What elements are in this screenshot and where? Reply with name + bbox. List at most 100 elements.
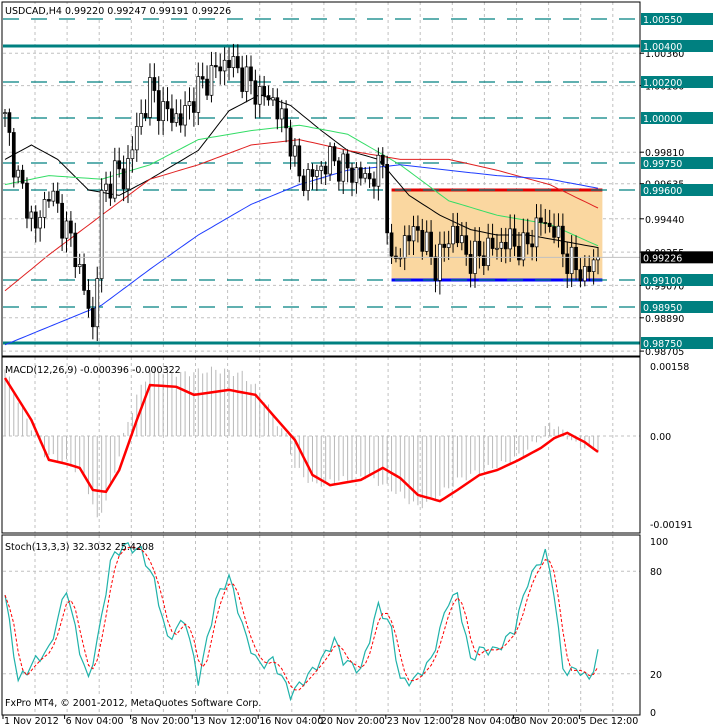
candle-body <box>556 225 561 238</box>
candle-body <box>323 165 328 175</box>
candle-body <box>266 95 271 101</box>
candle-body <box>240 67 245 92</box>
candle-body <box>495 247 499 250</box>
macd-tick-label: -0.00191 <box>650 520 693 531</box>
candle-body <box>539 217 543 223</box>
candle-body <box>126 158 130 190</box>
price-tick-label: 0.98890 <box>645 314 684 325</box>
candle-body <box>11 132 16 178</box>
level-price-label: 1.00000 <box>643 114 682 125</box>
candle-body <box>38 217 42 229</box>
stoch-tick-label: 100 <box>650 537 668 548</box>
candle-body <box>288 127 293 157</box>
candle-body <box>451 225 455 245</box>
candle-body <box>367 173 372 180</box>
stoch-tick-label: 0 <box>650 708 656 719</box>
candle-body <box>341 153 346 182</box>
candle-body <box>91 308 95 328</box>
candle-body <box>249 66 253 82</box>
candle-body <box>82 264 86 291</box>
candle-body <box>121 168 126 190</box>
candle-body <box>363 173 368 179</box>
candle-body <box>380 154 385 165</box>
candle-body <box>16 169 21 178</box>
copyright-text: FxPro MT4, © 2001-2012, MetaQuotes Softw… <box>5 698 261 709</box>
time-tick-label: 30 Nov 20:00 <box>514 716 578 727</box>
level-price-label: 0.99100 <box>643 276 682 287</box>
candle-body <box>104 183 108 191</box>
candle-body <box>174 113 179 123</box>
candle-body <box>209 65 214 96</box>
level-price-label: 1.00550 <box>643 15 682 26</box>
candle-body <box>231 56 236 69</box>
candle-body <box>315 170 319 177</box>
candle-body <box>319 165 324 171</box>
stoch-panel-border <box>1 534 641 716</box>
candle-body <box>222 59 227 72</box>
candle-body <box>196 76 201 113</box>
candle-body <box>170 108 174 123</box>
candle-body <box>336 160 341 182</box>
candle-body <box>464 235 469 255</box>
candle-body <box>218 66 223 72</box>
stoch-label: Stoch(13,3,3) 32.3032 25.4208 <box>5 542 154 553</box>
candle-body <box>139 113 144 127</box>
candle-body <box>525 232 530 245</box>
time-tick-label: 16 Nov 04:00 <box>259 716 323 727</box>
macd-panel[interactable]: 0.00158 0.00 -0.00191 <box>1 356 693 534</box>
candle-body <box>213 65 218 68</box>
candle-body <box>112 160 117 199</box>
candle-body <box>235 56 240 69</box>
candle-body <box>192 101 196 113</box>
candle-body <box>227 59 231 69</box>
candle-body <box>55 190 60 204</box>
price-panel[interactable]: 1.003601.001800.998100.996350.994400.992… <box>1 1 713 358</box>
candle-body <box>262 86 267 96</box>
candle-body <box>508 228 512 250</box>
stoch-signal-line <box>4 546 599 691</box>
candle-body <box>402 235 407 259</box>
candle-body <box>95 278 100 328</box>
candle-body <box>332 146 337 162</box>
candle-body <box>407 235 411 242</box>
candle-body <box>530 243 534 248</box>
candle-body <box>275 97 280 120</box>
level-price-label: 0.98950 <box>643 303 682 314</box>
candle-body <box>183 105 187 126</box>
time-tick-label: 23 Nov 12:00 <box>387 716 451 727</box>
candle-body <box>143 113 148 118</box>
candle-body <box>411 226 416 242</box>
candle-body <box>569 246 574 274</box>
candle-body <box>29 211 34 219</box>
stoch-main-line <box>4 542 599 702</box>
candle-body <box>442 243 447 248</box>
stochastic-panel[interactable]: 100 80 20 0 <box>1 534 668 719</box>
level-price-label: 0.98750 <box>643 339 682 350</box>
mt4-chart-window[interactable]: 1.003601.001800.998100.996350.994400.992… <box>0 0 713 727</box>
candle-body <box>148 77 152 118</box>
candle-body <box>372 178 376 187</box>
candle-body <box>429 231 433 258</box>
candle-body <box>271 97 275 101</box>
candle-body <box>244 66 249 92</box>
level-price-label: 1.00200 <box>643 78 682 89</box>
candle-body <box>25 182 29 219</box>
candle-body <box>200 76 205 80</box>
candle-body <box>156 90 161 122</box>
time-tick-label: 1 Nov 2012 <box>4 716 59 727</box>
candle-body <box>60 202 64 239</box>
macd-tick-label: 0.00158 <box>650 362 689 373</box>
candle-body <box>574 246 578 271</box>
candle-body <box>20 169 25 184</box>
candle-body <box>205 78 209 96</box>
candle-body <box>301 175 306 191</box>
time-tick-label: 8 Nov 20:00 <box>132 716 190 727</box>
candle-body <box>424 231 429 252</box>
candle-body <box>499 241 504 249</box>
candle-body <box>446 243 451 248</box>
candle-body <box>86 290 91 309</box>
candle-body <box>552 226 556 238</box>
candle-body <box>534 217 539 248</box>
level-price-label: 0.99600 <box>643 186 682 197</box>
candle-body <box>420 229 425 252</box>
